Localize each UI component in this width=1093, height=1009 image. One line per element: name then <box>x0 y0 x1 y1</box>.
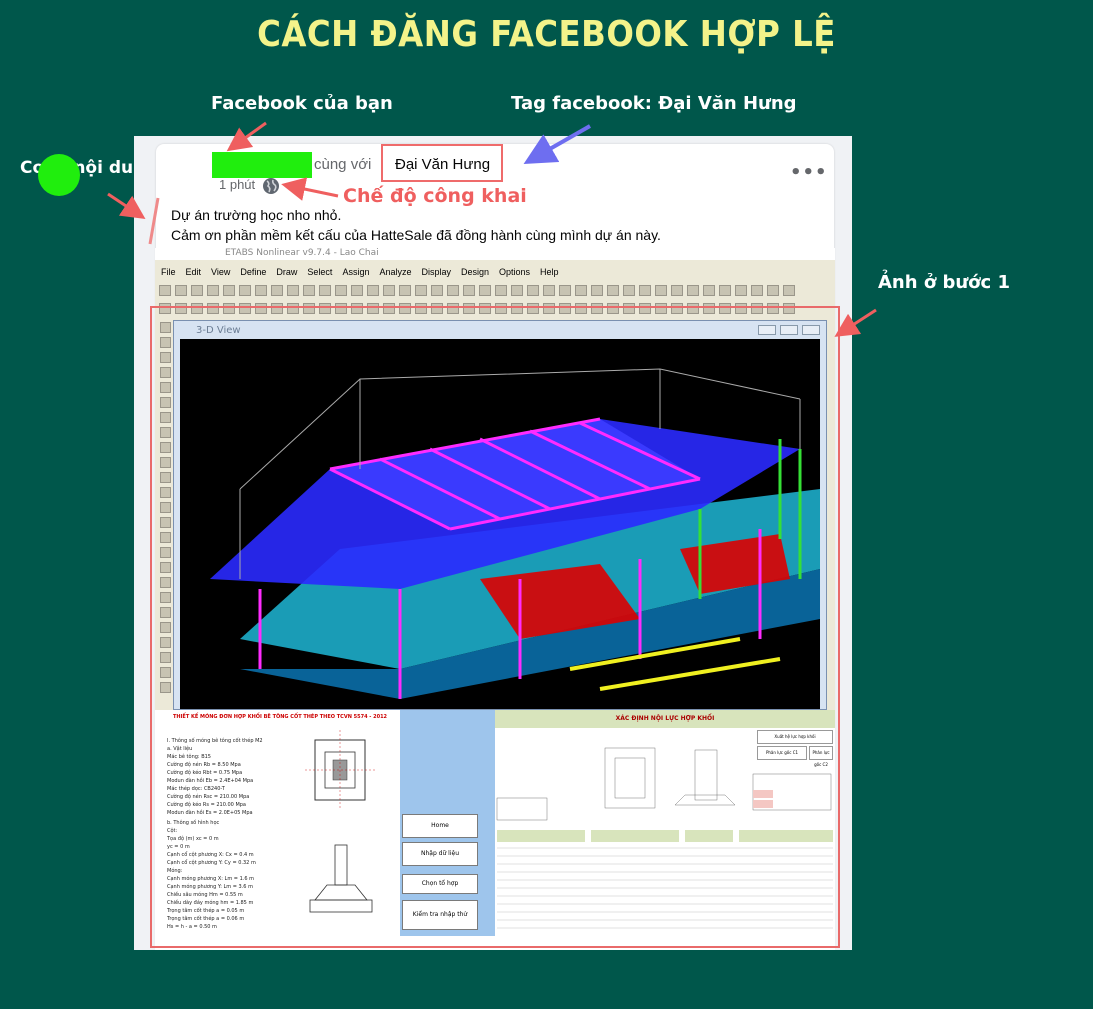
toolbar-button[interactable] <box>671 284 683 296</box>
menu-file[interactable]: File <box>161 267 176 277</box>
annotation-facebook-cua-ban: Facebook của bạn <box>211 93 393 114</box>
toolbar-button[interactable] <box>415 284 427 296</box>
hidden-username[interactable] <box>212 152 312 178</box>
tagged-user-link[interactable]: Đại Văn Hưng <box>395 156 490 173</box>
toolbar-button[interactable] <box>399 284 411 296</box>
photo-highlight-frame <box>150 306 840 948</box>
menu-edit[interactable]: Edit <box>186 267 202 277</box>
toolbar-button[interactable] <box>175 284 187 296</box>
toolbar-button[interactable] <box>287 284 299 296</box>
toolbar-button[interactable] <box>463 284 475 296</box>
toolbar-button[interactable] <box>751 284 763 296</box>
post-text-line-2: Cảm ơn phần mềm kết cấu của HatteSale đã… <box>171 227 661 243</box>
menu-define[interactable]: Define <box>240 267 266 277</box>
toolbar-button[interactable] <box>687 284 699 296</box>
etabs-toolbar-1 <box>155 282 835 298</box>
toolbar-button[interactable] <box>255 284 267 296</box>
toolbar-button[interactable] <box>271 284 283 296</box>
annotation-anh-o-buoc-1: Ảnh ở bước 1 <box>878 272 1010 293</box>
toolbar-button[interactable] <box>703 284 715 296</box>
etabs-menu-bar: File Edit View Define Draw Select Assign… <box>155 264 835 280</box>
annotation-tag-facebook: Tag facebook: Đại Văn Hưng <box>511 93 797 114</box>
annotation-che-do-cong-khai: Chế độ công khai <box>343 185 527 207</box>
toolbar-button[interactable] <box>639 284 651 296</box>
toolbar-button[interactable] <box>159 284 171 296</box>
toolbar-button[interactable] <box>719 284 731 296</box>
toolbar-button[interactable] <box>367 284 379 296</box>
menu-draw[interactable]: Draw <box>276 267 297 277</box>
menu-analyze[interactable]: Analyze <box>379 267 411 277</box>
more-options-icon[interactable]: ••• <box>790 162 828 183</box>
toolbar-button[interactable] <box>735 284 747 296</box>
toolbar-button[interactable] <box>207 284 219 296</box>
toolbar-button[interactable] <box>239 284 251 296</box>
menu-design[interactable]: Design <box>461 267 489 277</box>
toolbar-button[interactable] <box>607 284 619 296</box>
toolbar-button[interactable] <box>335 284 347 296</box>
page-heading: CÁCH ĐĂNG FACEBOOK HỢP LỆ <box>257 14 836 55</box>
toolbar-button[interactable] <box>191 284 203 296</box>
with-text: cùng với <box>314 156 372 173</box>
toolbar-button[interactable] <box>527 284 539 296</box>
toolbar-button[interactable] <box>559 284 571 296</box>
toolbar-button[interactable] <box>655 284 667 296</box>
toolbar-button[interactable] <box>431 284 443 296</box>
toolbar-button[interactable] <box>319 284 331 296</box>
toolbar-button[interactable] <box>511 284 523 296</box>
toolbar-button[interactable] <box>383 284 395 296</box>
avatar[interactable] <box>38 154 80 196</box>
toolbar-button[interactable] <box>591 284 603 296</box>
menu-help[interactable]: Help <box>540 267 559 277</box>
menu-display[interactable]: Display <box>421 267 451 277</box>
menu-assign[interactable]: Assign <box>342 267 369 277</box>
post-time[interactable]: 1 phút <box>219 177 255 192</box>
etabs-title: ETABS Nonlinear v9.7.4 - Lao Chai <box>155 248 835 260</box>
toolbar-button[interactable] <box>543 284 555 296</box>
toolbar-button[interactable] <box>575 284 587 296</box>
toolbar-button[interactable] <box>623 284 635 296</box>
toolbar-button[interactable] <box>303 284 315 296</box>
toolbar-button[interactable] <box>479 284 491 296</box>
toolbar-button[interactable] <box>783 284 795 296</box>
toolbar-button[interactable] <box>495 284 507 296</box>
menu-select[interactable]: Select <box>307 267 332 277</box>
toolbar-button[interactable] <box>223 284 235 296</box>
toolbar-button[interactable] <box>767 284 779 296</box>
menu-view[interactable]: View <box>211 267 230 277</box>
toolbar-button[interactable] <box>351 284 363 296</box>
post-text-line-1: Dự án trường học nho nhỏ. <box>171 207 342 223</box>
menu-options[interactable]: Options <box>499 267 530 277</box>
globe-icon[interactable] <box>262 177 280 195</box>
toolbar-button[interactable] <box>447 284 459 296</box>
